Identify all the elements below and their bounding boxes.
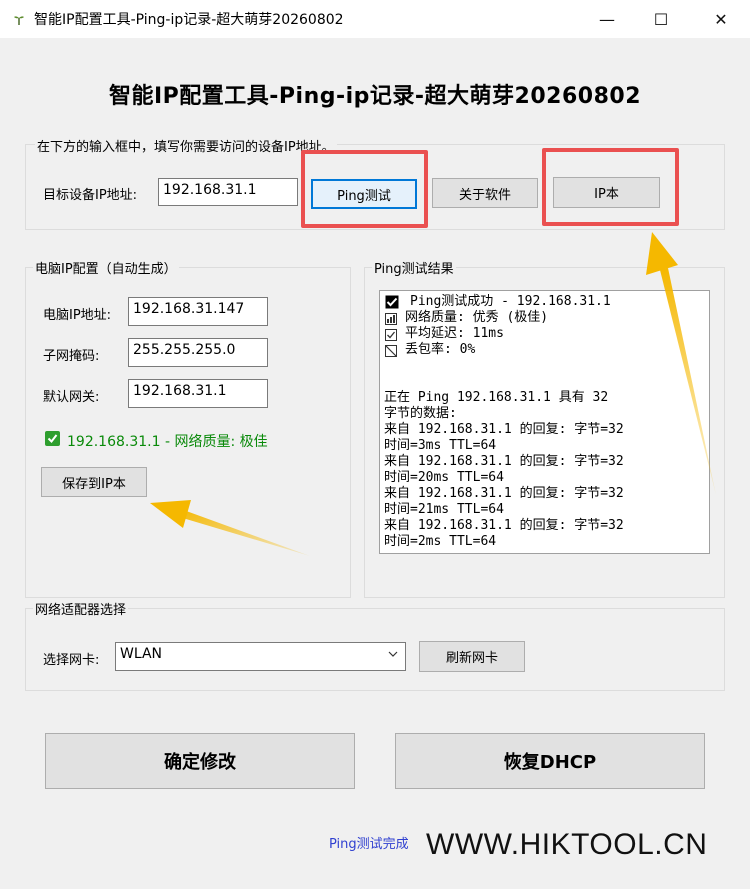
subnet-mask-input[interactable]: 255.255.255.0 bbox=[128, 338, 268, 367]
ping-result-textarea[interactable]: Ping测试成功 - 192.168.31.1 网络质量: 优秀 (极佳) 平均… bbox=[379, 290, 710, 554]
quality-checkbox[interactable] bbox=[45, 431, 60, 446]
adapter-select-label: 选择网卡: bbox=[43, 653, 100, 668]
target-ip-label: 目标设备IP地址: bbox=[43, 188, 138, 203]
pc-ip-input[interactable]: 192.168.31.147 bbox=[128, 297, 268, 326]
checked-box-icon bbox=[385, 329, 397, 341]
result-line: 平均延迟: 11ms bbox=[405, 326, 504, 341]
check-box-icon bbox=[385, 295, 399, 309]
gateway-input[interactable]: 192.168.31.1 bbox=[128, 379, 268, 408]
result-line: 来自 192.168.31.1 的回复: 字节=32 bbox=[384, 486, 624, 501]
minimize-button[interactable]: — bbox=[582, 0, 632, 38]
watermark: WWW.HIKTOOL.CN bbox=[426, 828, 708, 861]
save-to-ipbook-button[interactable]: 保存到IP本 bbox=[41, 467, 147, 497]
result-line: 丢包率: 0% bbox=[405, 342, 476, 357]
confirm-button[interactable]: 确定修改 bbox=[45, 733, 355, 789]
status-text: Ping测试完成 bbox=[329, 837, 409, 852]
maximize-icon: ☐ bbox=[653, 9, 669, 29]
chevron-down-icon bbox=[388, 651, 398, 657]
result-line: 网络质量: 优秀 (极佳) bbox=[405, 310, 549, 325]
main-title: 智能IP配置工具-Ping-ip记录-超大萌芽20260802 bbox=[108, 84, 642, 109]
restore-dhcp-button[interactable]: 恢复DHCP bbox=[395, 733, 705, 789]
about-button[interactable]: 关于软件 bbox=[432, 178, 538, 208]
result-line: 时间=21ms TTL=64 bbox=[384, 502, 504, 517]
window-title: 智能IP配置工具-Ping-ip记录-超大萌芽20260802 bbox=[34, 12, 344, 28]
result-line: 时间=2ms TTL=64 bbox=[384, 534, 497, 549]
minimize-icon: — bbox=[599, 9, 615, 29]
result-line: 正在 Ping 192.168.31.1 具有 32 bbox=[384, 390, 609, 405]
result-line: 来自 192.168.31.1 的回复: 字节=32 bbox=[384, 422, 624, 437]
result-line: 时间=20ms TTL=64 bbox=[384, 470, 504, 485]
pc-ip-label: 电脑IP地址: bbox=[43, 308, 112, 323]
target-ip-input[interactable]: 192.168.31.1 bbox=[158, 178, 298, 206]
ping-result-group-label: Ping测试结果 bbox=[372, 258, 456, 277]
result-line: Ping测试成功 - 192.168.31.1 bbox=[410, 294, 611, 309]
adapter-group-label: 网络适配器选择 bbox=[33, 599, 129, 618]
result-line: 字节的数据: bbox=[384, 406, 457, 421]
close-button[interactable]: ✕ bbox=[696, 0, 746, 38]
result-line: 来自 192.168.31.1 的回复: 字节=32 bbox=[384, 518, 624, 533]
adapter-select-value: WLAN bbox=[120, 646, 163, 662]
result-line: 来自 192.168.31.1 的回复: 字节=32 bbox=[384, 454, 624, 469]
target-hint: 在下方的输入框中，填写你需要访问的设备IP地址。 bbox=[35, 136, 337, 155]
window-client-area: 智能IP配置工具-Ping-ip记录-超大萌芽20260802 在下方的输入框中… bbox=[0, 38, 750, 889]
bar-chart-icon bbox=[385, 313, 397, 325]
refresh-adapter-button[interactable]: 刷新网卡 bbox=[419, 641, 525, 672]
network-quality-status: 192.168.31.1 - 网络质量: 极佳 bbox=[67, 434, 268, 450]
slash-box-icon bbox=[385, 345, 397, 357]
subnet-mask-label: 子网掩码: bbox=[43, 349, 100, 364]
checkmark-icon bbox=[47, 434, 58, 444]
pc-config-group-label: 电脑IP配置（自动生成） bbox=[33, 258, 179, 277]
gateway-label: 默认网关: bbox=[43, 390, 100, 405]
ip-book-button[interactable]: IP本 bbox=[553, 177, 660, 208]
adapter-select[interactable]: WLAN bbox=[115, 642, 406, 671]
maximize-button[interactable]: ☐ bbox=[636, 0, 686, 38]
result-line: 时间=3ms TTL=64 bbox=[384, 438, 497, 453]
ping-test-button[interactable]: Ping测试 bbox=[311, 179, 417, 209]
title-bar: 智能IP配置工具-Ping-ip记录-超大萌芽20260802 — ☐ ✕ bbox=[0, 0, 750, 38]
app-icon bbox=[14, 16, 24, 25]
close-icon: ✕ bbox=[714, 9, 728, 29]
